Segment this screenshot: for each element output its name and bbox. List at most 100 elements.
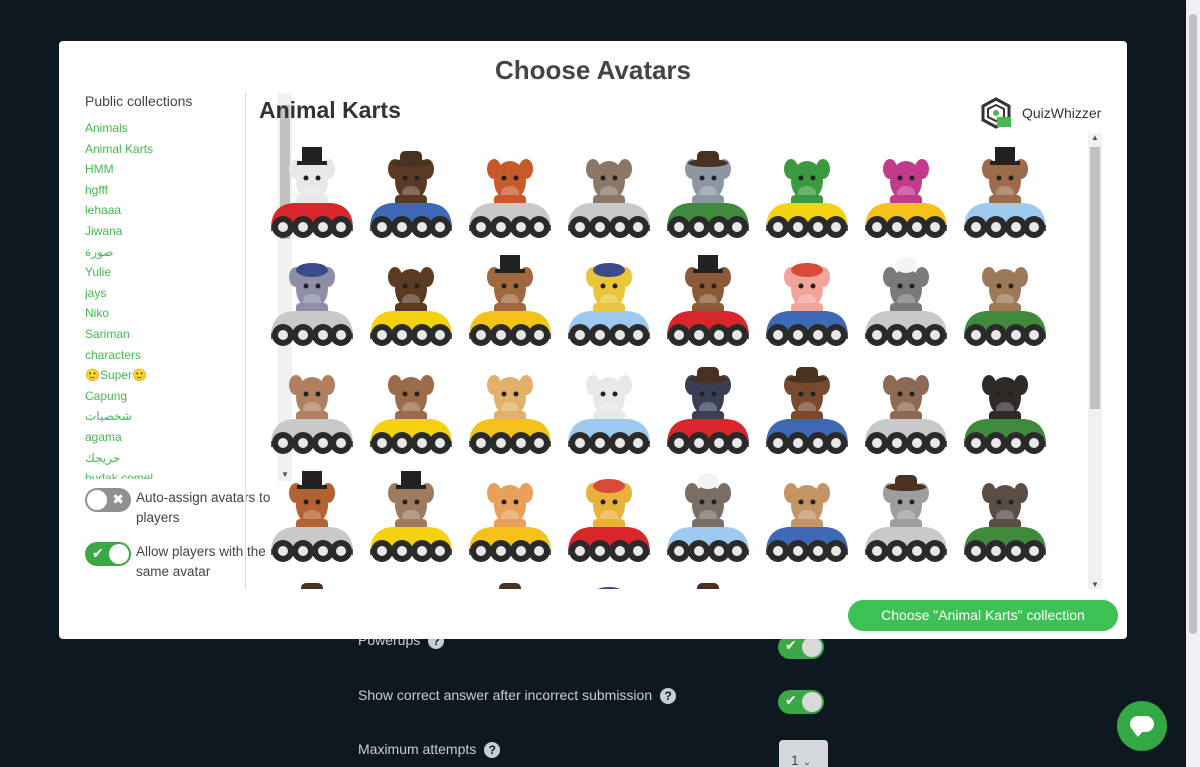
avatar-badger[interactable] — [956, 457, 1055, 565]
hyena-icon — [568, 159, 650, 238]
check-icon: ✔ — [785, 692, 797, 708]
help-icon[interactable]: ? — [484, 742, 501, 759]
avatar-grid-scrollbar-thumb[interactable] — [1090, 147, 1100, 409]
avatar-deer[interactable] — [758, 457, 857, 565]
zebra-icon — [271, 147, 353, 238]
collection-link[interactable]: budak comel — [85, 468, 235, 479]
avatar-buffalo[interactable] — [362, 133, 461, 241]
monkey-icon — [667, 255, 749, 346]
avatar-squirrel[interactable] — [263, 457, 362, 565]
collection-link[interactable]: شخصيات — [85, 406, 235, 427]
avatar-mouse[interactable] — [560, 565, 659, 589]
auto-assign-toggle[interactable]: ✖ — [85, 488, 131, 512]
page-scrollbar-thumb[interactable] — [1189, 14, 1197, 634]
collection-link[interactable]: Sariman — [85, 324, 235, 345]
black-bear-icon — [964, 375, 1046, 454]
avatar-black-bear[interactable] — [956, 349, 1055, 457]
avatar-crocodile[interactable] — [758, 133, 857, 241]
avatar-donkey[interactable] — [857, 565, 956, 589]
max-attempts-select[interactable]: 1 ⌄ — [779, 740, 828, 767]
avatar-bear[interactable] — [758, 349, 857, 457]
otter-icon — [301, 583, 323, 589]
avatar-bird[interactable] — [461, 565, 560, 589]
collection-link[interactable]: characters — [85, 345, 235, 366]
avatar-stag[interactable] — [362, 565, 461, 589]
leopard-icon — [568, 479, 650, 562]
avatar-elephant[interactable] — [659, 133, 758, 241]
avatar-grid-scrollbar[interactable]: ▲ ▼ — [1088, 133, 1102, 589]
brand-name: QuizWhizzer — [1022, 105, 1102, 121]
avatar-wolf[interactable] — [857, 241, 956, 349]
auto-assign-row: ✖ Auto-assign avatars to players — [85, 488, 276, 528]
help-icon[interactable]: ? — [660, 688, 677, 705]
avatar-parrot[interactable] — [857, 133, 956, 241]
avatar-cow[interactable] — [362, 349, 461, 457]
avatar-giraffe[interactable] — [461, 349, 560, 457]
avatar-sloth[interactable] — [956, 565, 1055, 589]
toggle-knob — [802, 692, 822, 712]
collection-link[interactable]: Animal Karts — [85, 139, 235, 160]
collection-link[interactable]: Capung — [85, 386, 235, 407]
avatar-lynx[interactable] — [263, 349, 362, 457]
choose-collection-button[interactable]: Choose "Animal Karts" collection — [848, 600, 1118, 631]
avatar-goat[interactable] — [956, 241, 1055, 349]
avatar-ox[interactable] — [560, 349, 659, 457]
avatar-cow[interactable] — [956, 133, 1055, 241]
chat-icon — [1130, 716, 1154, 737]
select-value: 1 — [791, 752, 799, 767]
avatar-hyena[interactable] — [560, 133, 659, 241]
avatar-rooster[interactable] — [461, 133, 560, 241]
avatar-bull[interactable] — [659, 349, 758, 457]
collection-link[interactable]: صورة — [85, 242, 235, 263]
cow-icon — [964, 147, 1046, 238]
avatar-koala[interactable] — [857, 457, 956, 565]
avatar-otter[interactable] — [263, 565, 362, 589]
collection-link[interactable]: HMM — [85, 159, 235, 180]
avatar-kangaroo[interactable] — [857, 349, 956, 457]
check-icon: ✔ — [92, 545, 104, 561]
hippo-icon — [271, 263, 353, 346]
avatar-leopard[interactable] — [560, 457, 659, 565]
page-scrollbar[interactable] — [1186, 0, 1200, 767]
auto-assign-label: Auto-assign avatars to players — [136, 490, 271, 525]
toggle-knob — [87, 490, 107, 510]
collection-link[interactable]: agama — [85, 427, 235, 448]
collection-link[interactable]: lehaaa — [85, 200, 235, 221]
collection-link[interactable]: Jiwana — [85, 221, 235, 242]
scroll-up-arrow-icon[interactable]: ▲ — [1091, 133, 1099, 142]
avatar-hippo[interactable] — [263, 241, 362, 349]
lion-icon — [758, 565, 857, 589]
avatar-monkey[interactable] — [659, 241, 758, 349]
avatar-zebra[interactable] — [263, 133, 362, 241]
avatar-fox[interactable] — [461, 457, 560, 565]
collection-link[interactable]: خريجك — [85, 448, 235, 469]
check-icon: ✔ — [785, 637, 797, 653]
rhino-icon — [697, 583, 719, 589]
lynx-icon — [271, 375, 353, 454]
avatar-pig[interactable] — [758, 241, 857, 349]
scroll-down-arrow-icon[interactable]: ▼ — [1091, 580, 1099, 589]
fox-icon — [469, 483, 551, 562]
avatar-lion[interactable] — [758, 565, 857, 589]
collection-link[interactable]: Niko — [85, 303, 235, 324]
cow-icon — [370, 375, 452, 454]
mouse-icon — [597, 587, 621, 589]
collection-link[interactable]: 🙂Super🙂 — [85, 365, 235, 386]
modal-title: Choose Avatars — [494, 55, 692, 85]
kangaroo-icon — [865, 375, 947, 454]
chat-button[interactable] — [1117, 701, 1167, 751]
avatar-dog[interactable] — [461, 241, 560, 349]
bear-icon — [766, 367, 848, 454]
collection-link[interactable]: Animals — [85, 118, 235, 139]
show-correct-toggle[interactable]: ✔ — [778, 690, 824, 714]
collection-link[interactable]: hgfff — [85, 180, 235, 201]
collection-link[interactable]: Yulie — [85, 262, 235, 283]
avatar-moose[interactable] — [362, 241, 461, 349]
collection-link[interactable]: jays — [85, 283, 235, 304]
avatar-duck[interactable] — [560, 241, 659, 349]
avatar-reindeer[interactable] — [362, 457, 461, 565]
avatar-hedgehog[interactable] — [659, 457, 758, 565]
allow-same-avatar-toggle[interactable]: ✔ — [85, 542, 131, 566]
avatar-rhino[interactable] — [659, 565, 758, 589]
collection-title: Animal Karts — [259, 97, 401, 123]
